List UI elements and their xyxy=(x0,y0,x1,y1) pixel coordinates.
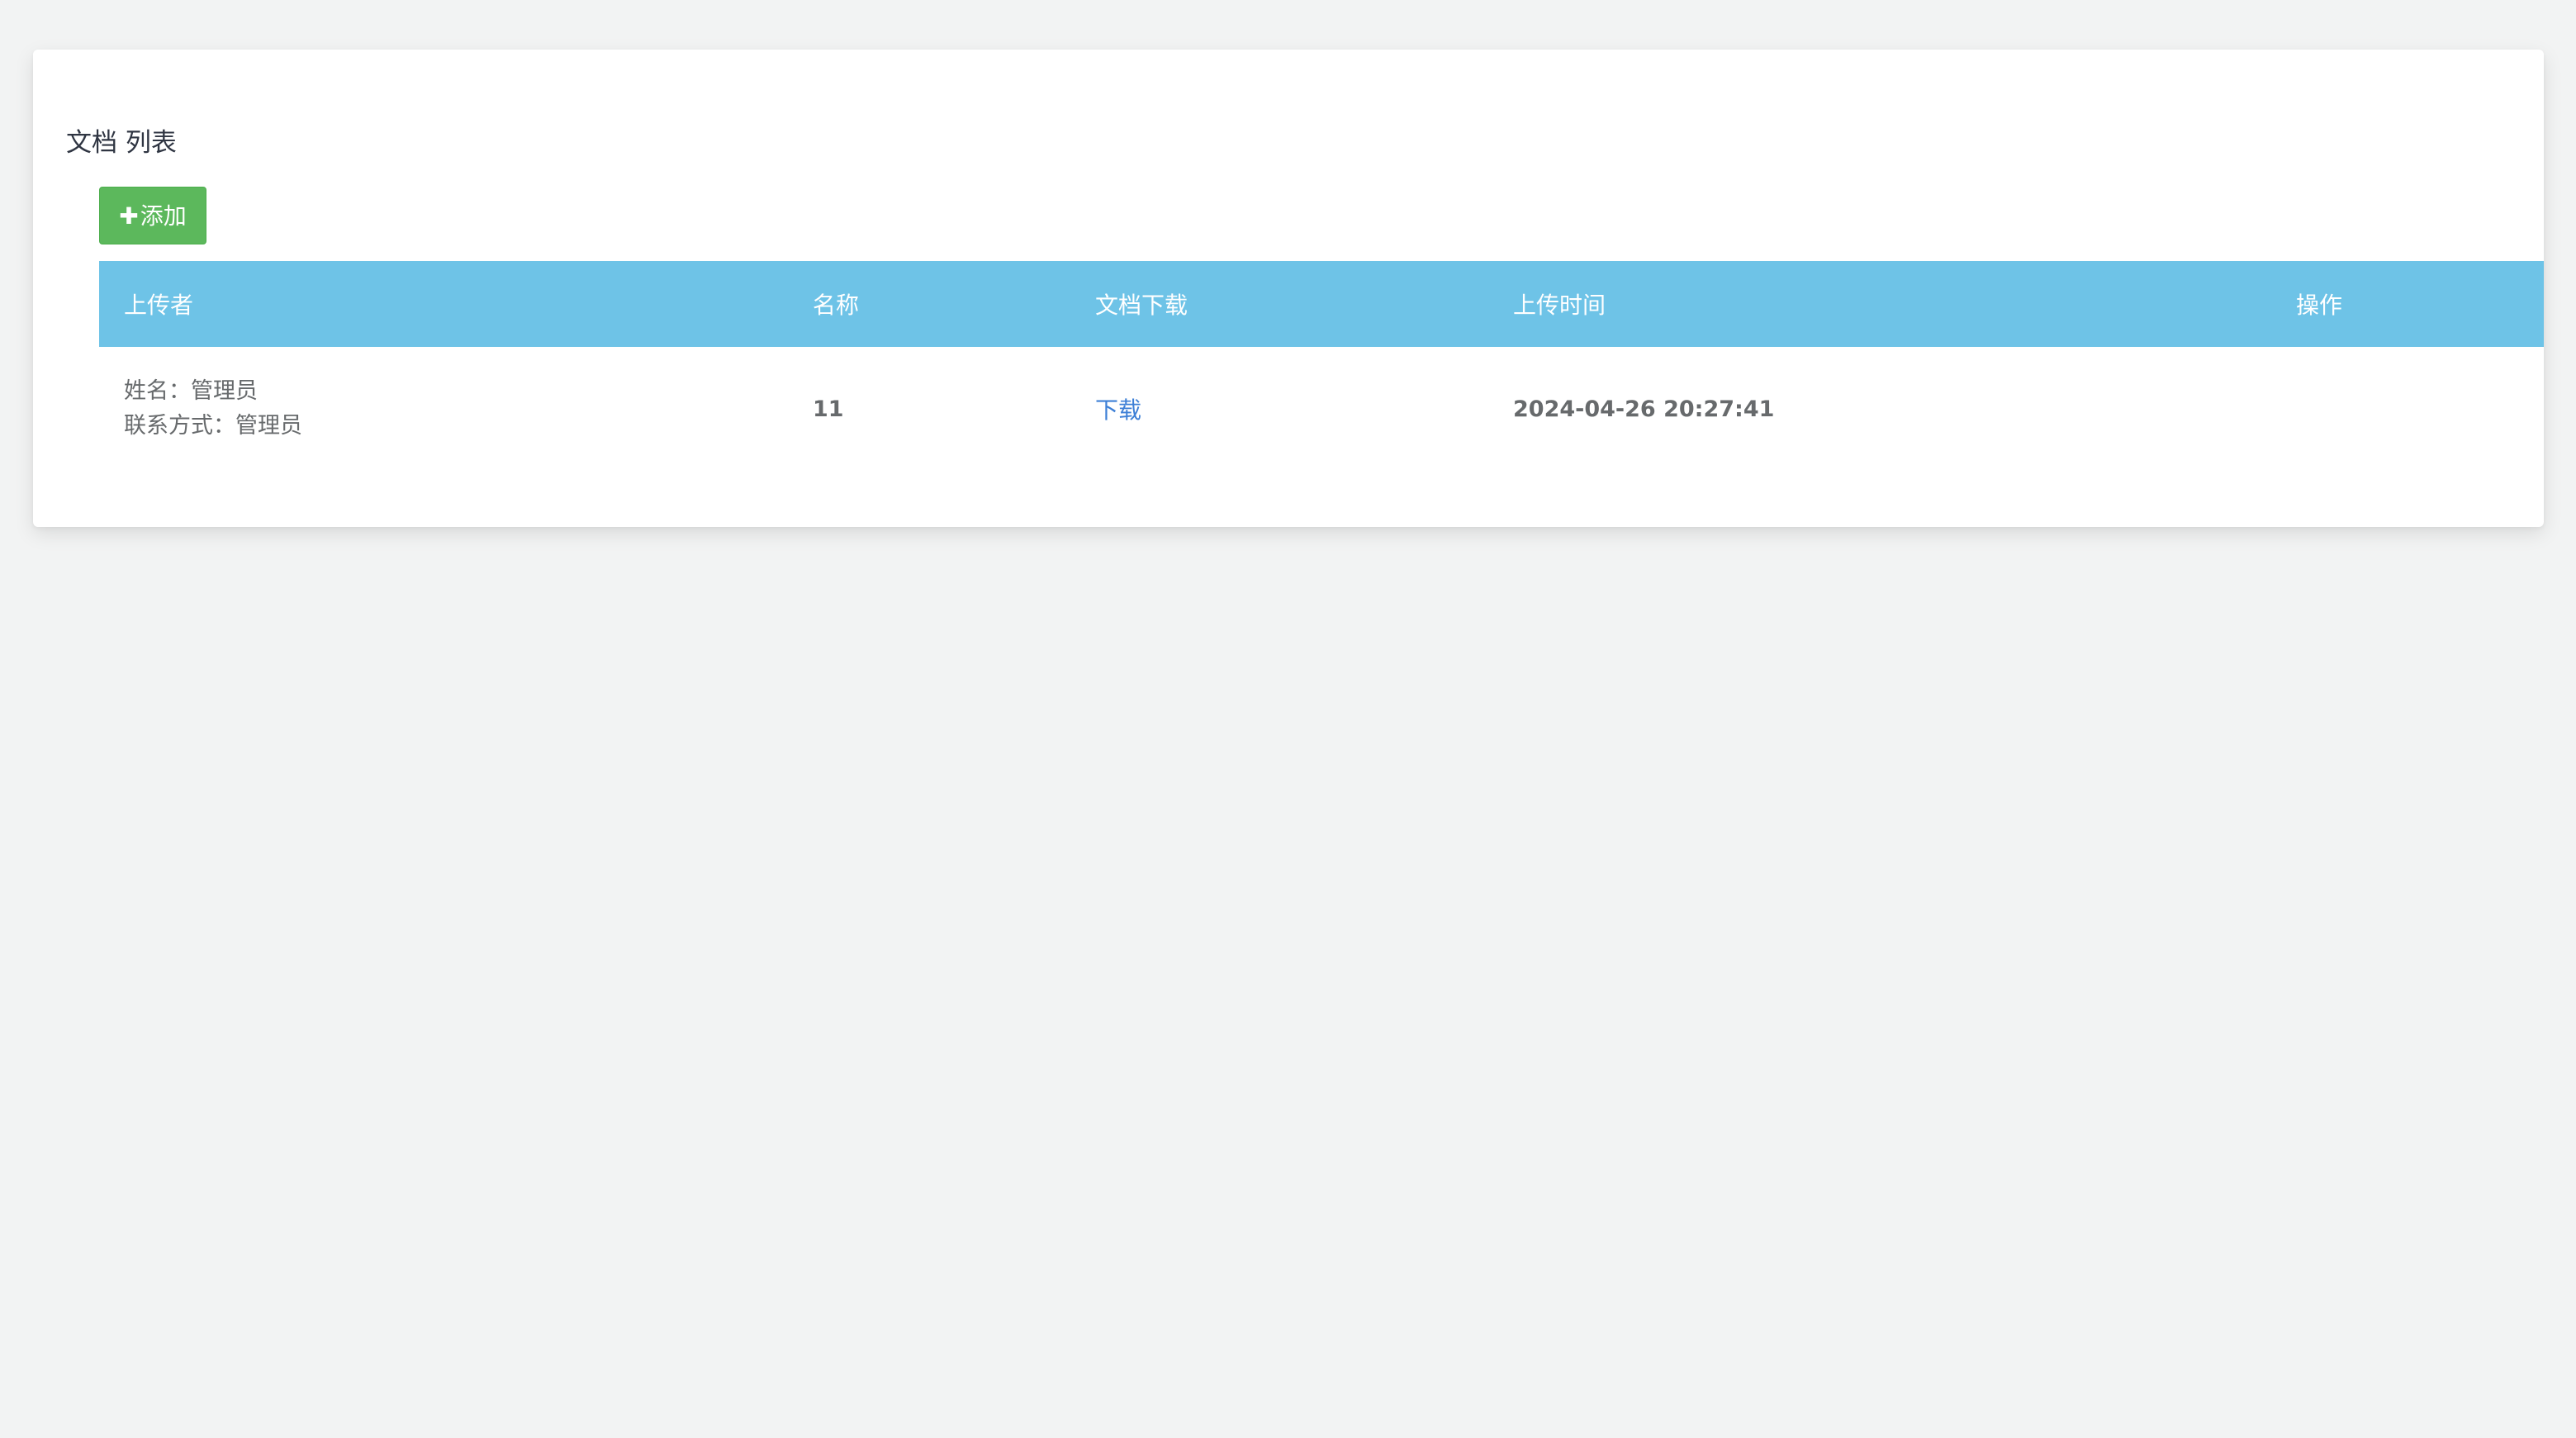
page-title: 文档 列表 xyxy=(66,128,177,158)
document-table: 上传者 名称 文档下载 上传时间 操作 姓名：管理员 联系方式：管理员 11 下… xyxy=(99,261,2544,471)
column-header-uploader: 上传者 xyxy=(124,292,194,319)
uploader-cell: 姓名：管理员 联系方式：管理员 xyxy=(99,347,788,471)
download-cell: 下载 xyxy=(1070,347,1488,471)
table-row: 姓名：管理员 联系方式：管理员 11 下载 2024-04-26 20:27:4… xyxy=(99,347,2544,471)
table-header-row: 上传者 名称 文档下载 上传时间 操作 xyxy=(99,261,2544,347)
document-name-cell: 11 xyxy=(813,396,844,422)
add-button-label: 添加 xyxy=(140,202,187,230)
column-header-upload-time: 上传时间 xyxy=(1513,292,1606,319)
actions-cell xyxy=(2271,347,2544,471)
plus-icon: ✚ xyxy=(119,202,139,230)
add-button[interactable]: ✚添加 xyxy=(99,187,206,244)
column-header-name: 名称 xyxy=(813,292,860,319)
uploader-contact: 联系方式：管理员 xyxy=(124,413,302,439)
column-header-actions: 操作 xyxy=(2296,292,2343,319)
uploader-name: 姓名：管理员 xyxy=(124,378,258,404)
download-link[interactable]: 下载 xyxy=(1095,396,1141,424)
column-header-download: 文档下载 xyxy=(1095,292,1188,319)
document-table-wrapper: 上传者 名称 文档下载 上传时间 操作 姓名：管理员 联系方式：管理员 11 下… xyxy=(99,261,2544,471)
upload-time-cell: 2024-04-26 20:27:41 xyxy=(1513,396,1775,422)
content-panel: 文档 列表 ✚添加 上传者 名称 文档下载 上传时间 操作 姓名：管理员 联系方… xyxy=(33,50,2544,527)
